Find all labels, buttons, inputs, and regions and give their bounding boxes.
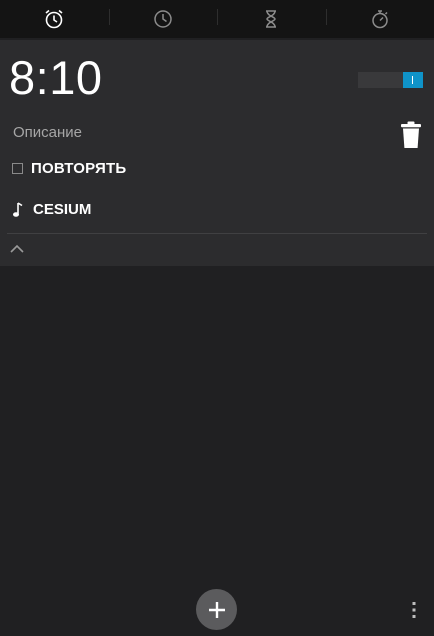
add-alarm-button[interactable] <box>196 589 237 630</box>
toggle-thumb <box>403 72 423 88</box>
trash-icon[interactable] <box>400 121 422 149</box>
overflow-menu-icon[interactable] <box>409 601 419 619</box>
chevron-up-icon[interactable] <box>8 243 26 255</box>
tab-clock[interactable] <box>108 0 218 38</box>
card-divider <box>7 233 427 234</box>
repeat-option[interactable]: ПОВТОРЯТЬ <box>12 160 126 177</box>
hourglass-icon <box>266 10 277 28</box>
ringtone-label: CESIUM <box>33 201 92 218</box>
repeat-label: ПОВТОРЯТЬ <box>31 160 127 177</box>
tab-stopwatch[interactable] <box>325 0 434 38</box>
alarm-time[interactable]: 8:10 <box>9 54 102 101</box>
alarm-app: 8:10 Описание ПОВТОРЯТЬ CESIUM <box>0 0 434 636</box>
ringtone-option[interactable]: CESIUM <box>12 201 91 218</box>
description-field[interactable]: Описание <box>13 124 82 141</box>
alarm-enable-toggle[interactable] <box>358 72 423 88</box>
music-note-icon <box>13 201 23 217</box>
tab-alarm[interactable] <box>0 0 109 38</box>
tab-timer[interactable] <box>217 0 326 38</box>
clock-icon <box>154 10 172 28</box>
stopwatch-icon <box>372 10 388 29</box>
plus-icon <box>208 601 225 618</box>
tab-bar <box>0 0 434 38</box>
repeat-checkbox[interactable] <box>12 163 23 174</box>
alarm-clock-icon <box>45 9 63 29</box>
